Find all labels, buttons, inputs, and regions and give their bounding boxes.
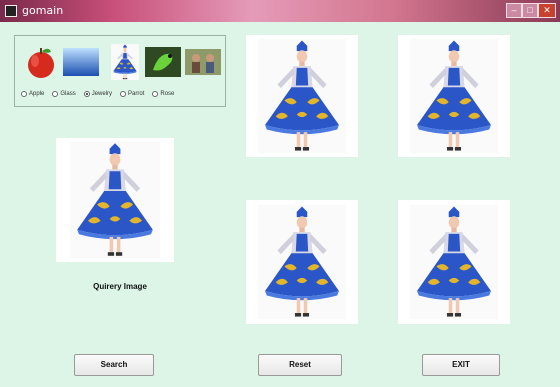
result-image-3	[246, 200, 358, 324]
title-bar: gomain – □ ✕	[0, 0, 560, 22]
app-icon	[5, 5, 17, 17]
radio-apple-dot[interactable]	[21, 91, 27, 97]
category-radio-group: Apple Glass Jewelry Parrot Rose	[21, 91, 182, 97]
radio-jewelry-label: Jewelry	[91, 91, 113, 97]
query-image-caption: Quirery Image	[93, 282, 147, 291]
radio-rose-dot[interactable]	[152, 91, 159, 97]
radio-parrot[interactable]: Parrot	[120, 91, 144, 97]
close-button[interactable]: ✕	[538, 3, 556, 18]
radio-parrot-dot[interactable]	[120, 91, 127, 97]
search-button[interactable]: Search	[74, 354, 154, 376]
radio-glass-dot[interactable]	[52, 91, 59, 97]
radio-rose[interactable]: Rose	[152, 91, 174, 97]
radio-glass[interactable]: Glass	[52, 91, 76, 97]
radio-jewelry[interactable]: Jewelry	[83, 91, 113, 97]
glass-thumbnail[interactable]	[63, 44, 99, 80]
radio-apple-label: Apple	[29, 91, 45, 97]
minimize-button[interactable]: –	[506, 3, 522, 18]
parrot-thumbnail[interactable]	[145, 44, 181, 80]
radio-parrot-label: Parrot	[128, 91, 145, 97]
category-selector-panel: Apple Glass Jewelry Parrot Rose	[14, 35, 226, 107]
result-image-4	[398, 200, 510, 324]
radio-apple[interactable]: Apple	[21, 91, 44, 97]
result-image-1	[246, 35, 358, 157]
radio-glass-label: Glass	[60, 91, 76, 97]
reset-button[interactable]: Reset	[258, 354, 342, 376]
jewelry-thumbnail[interactable]	[107, 44, 143, 80]
result-image-2	[398, 35, 510, 157]
radio-rose-label: Rose	[160, 91, 175, 97]
window-title: gomain	[22, 4, 64, 17]
people-thumbnail[interactable]	[185, 44, 221, 80]
exit-button[interactable]: EXIT	[422, 354, 500, 376]
query-image	[56, 138, 174, 262]
apple-thumbnail[interactable]	[23, 44, 59, 80]
maximize-button[interactable]: □	[522, 3, 538, 18]
radio-jewelry-dot[interactable]	[83, 91, 90, 97]
